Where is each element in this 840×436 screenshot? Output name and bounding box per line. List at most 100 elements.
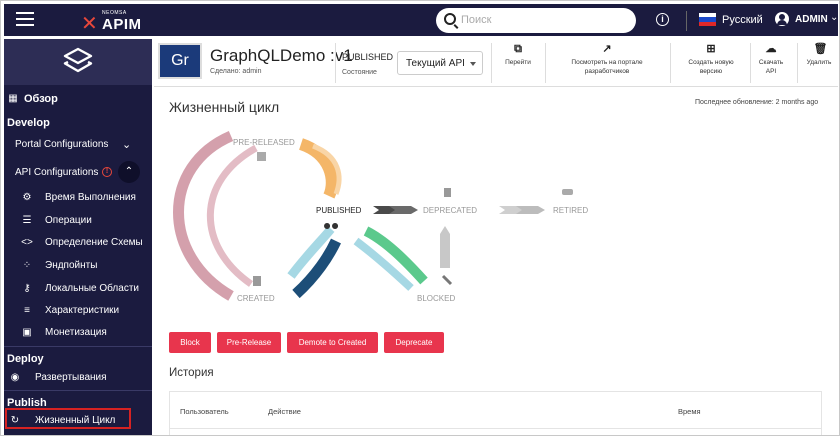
logo-x-icon: ✕ [81,11,98,35]
download-cloud-icon: ☁ [765,43,777,55]
key-icon: ⚷ [23,283,31,294]
chevron-up-icon[interactable]: ⌃ [118,161,140,183]
page-title: Жизненный цикл [169,99,280,115]
divider [170,428,821,429]
sidebar-item-label: Монетизация [45,327,107,338]
pre-release-button[interactable]: Pre-Release [217,332,281,353]
divider [545,43,546,83]
divider [750,43,751,83]
divider [670,43,671,83]
check-box-icon [257,152,266,161]
brand-name: APIM [102,16,142,33]
sidebar-item-label: API Configurations [15,167,99,178]
create-version-button[interactable]: ⊞ Создать новую версию [679,44,743,76]
api-avatar: Gr [158,43,202,79]
people-icon [324,223,339,229]
sidebar-item-label: Эндпойнты [45,260,98,271]
state-created: CREATED [237,294,275,303]
document-icon [253,276,261,286]
app-frame: ✕ NEOMSA APIM Поиск i Русский ADMIN ⌄ ▦ [0,0,840,436]
search-input[interactable]: Поиск [436,8,636,33]
sidebar-item-label: Portal Configurations [15,139,109,150]
state-retired: RETIRED [553,206,589,215]
sidebar-item-label: Операции [45,215,92,226]
block-button[interactable]: Block [169,332,211,353]
divider [4,346,152,347]
search-icon [444,13,456,25]
sidebar-item-label: Время Выполнения [45,192,136,203]
code-icon: <> [21,237,33,248]
deploy-icon: ◉ [10,372,20,383]
russian-flag-icon[interactable] [699,13,716,26]
divider [797,43,798,83]
list-lines-icon: ≡ [24,305,30,316]
list-icon: ☰ [22,215,32,226]
external-link-icon: ↗ [602,43,612,55]
action-label: Скачать API [758,59,784,75]
sidebar-item-label: Определение Схемы [45,237,143,248]
dropdown-arrow-icon [470,62,476,66]
search-placeholder: Поиск [461,14,492,26]
try-icon: ⧉ [514,43,522,55]
divider [491,43,492,83]
error-icon: ! [102,167,112,177]
history-title: История [169,367,214,379]
deprecate-button[interactable]: Deprecate [384,332,444,353]
download-api-button[interactable]: ☁ Скачать API [754,44,788,76]
api-state: PUBLISHED [342,52,394,62]
divider [4,390,152,391]
api-state-label: Состояние [342,69,377,76]
action-label: Посмотреть на портале разработчиков [571,59,643,75]
menu-icon[interactable] [16,12,34,28]
lifecycle-diagram [173,130,573,301]
arrow-blocked-to-deprecated [440,226,450,268]
user-menu[interactable]: ADMIN [795,14,828,25]
wrench-icon [441,274,453,286]
trash-icon: 🗑 [813,43,828,55]
column-header-action: Действие [268,407,301,416]
state-pre-released: PRE-RELEASED [233,138,295,147]
action-label: Перейти [505,59,531,66]
chevron-down-icon: ⌄ [122,139,132,151]
api-header: Gr GraphQLDemo :v1 Сделано: admin PUBLIS… [154,39,838,87]
chevron-down-icon[interactable]: ⌄ [830,12,838,23]
sidebar-item-label: Развертывания [35,372,107,383]
dashboard-icon: ▦ [8,93,18,104]
sidebar-item-label: Характеристики [45,305,120,316]
try-button[interactable]: ⧉ Перейти [493,44,543,67]
divider [686,11,687,31]
user-icon[interactable] [775,12,789,26]
layers-logo-icon [63,47,93,73]
divider [335,43,336,83]
language-selector[interactable]: Русский [722,14,763,26]
trash-state-icon [444,188,451,197]
gear-icon: ⚙ [22,192,32,203]
state-blocked: BLOCKED [417,294,456,303]
info-icon[interactable]: i [656,13,669,26]
column-header-time: Время [678,407,701,416]
top-bar: ✕ NEOMSA APIM Поиск i Русский ADMIN ⌄ [4,4,838,36]
action-label: Удалить [806,59,832,66]
last-updated: Последнее обновление: 2 months ago [695,99,819,106]
action-label: Создать новую версию [688,59,734,75]
api-created-by: Сделано: admin [210,68,262,75]
selection-highlight [5,408,131,429]
sidebar: ▦ Обзор Develop Portal Configurations ⌄ … [4,39,152,435]
state-published: PUBLISHED [316,206,362,215]
delete-api-button[interactable]: 🗑 Удалить [801,44,837,67]
sidebar-item-label: Локальные Области [45,283,139,294]
sidebar-header [4,39,152,85]
api-title: GraphQLDemo :v1 [210,46,353,65]
arc-created-to-prerelease [173,130,234,301]
version-select-value: Текущий API [406,58,465,69]
column-header-user: Пользователь [180,407,229,416]
state-deprecated: DEPRECATED [423,206,478,215]
money-icon: ▣ [22,327,32,338]
demote-to-created-button[interactable]: Demote to Created [287,332,378,353]
endpoints-icon: ⁘ [22,260,32,271]
history-table: Пользователь Действие Время [169,391,822,435]
view-in-portal-button[interactable]: ↗ Посмотреть на портале разработчиков [557,44,657,76]
version-select[interactable]: Текущий API [397,51,483,75]
retired-icon [562,189,573,195]
arc-prerelease-to-created [206,144,258,287]
